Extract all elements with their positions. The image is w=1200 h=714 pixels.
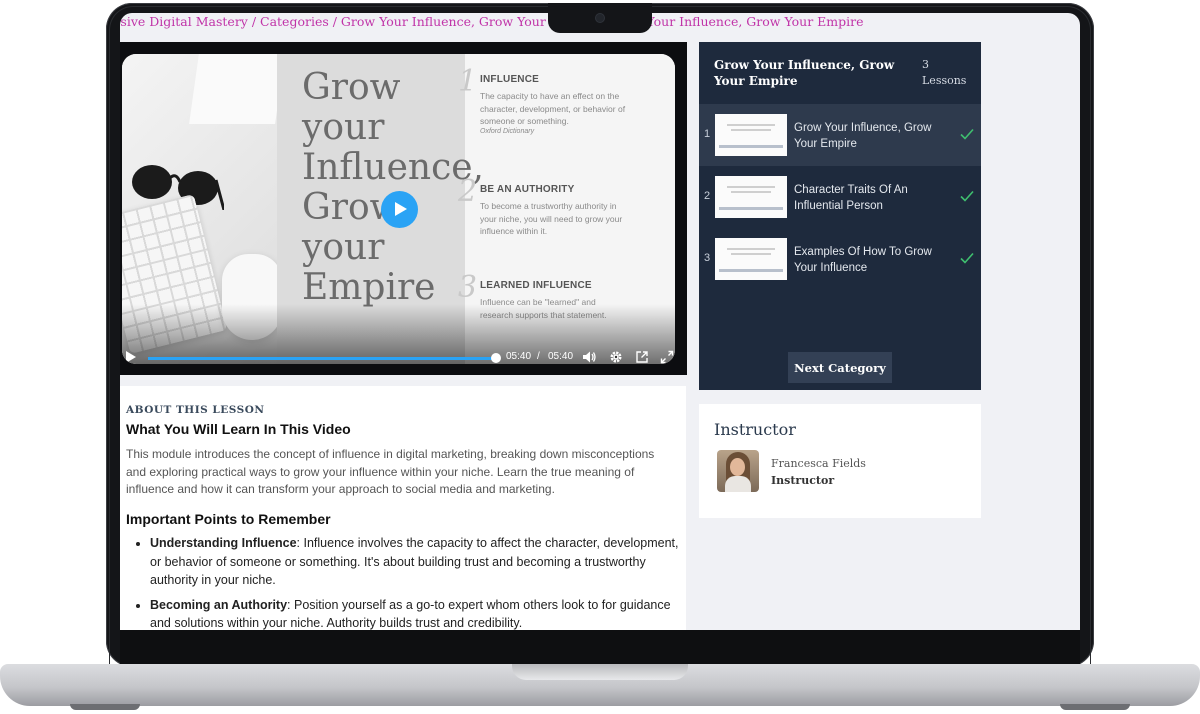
list-item: Becoming an Authority: Position yourself… — [150, 596, 690, 631]
check-icon — [960, 252, 974, 264]
slide-item-number: 1 — [458, 64, 478, 99]
sidebar-lesson-2[interactable]: 2 Character Traits Of An Influential Per… — [699, 166, 981, 228]
sidebar-lesson-1[interactable]: 1 Grow Your Influence, Grow Your Empire — [699, 104, 981, 166]
video-controls: 05:40 / 05:40 — [122, 346, 675, 364]
laptop-base-groove — [512, 664, 688, 680]
camera-notch — [548, 3, 652, 33]
lesson-number: 2 — [704, 190, 711, 202]
lesson-thumbnail — [715, 238, 787, 280]
lesson-panel: ABOUT THIS LESSON What You Will Learn In… — [120, 386, 686, 630]
breadcrumb[interactable]: ssive Digital Mastery / Categories / Gro… — [120, 14, 864, 29]
slide-item-heading: LEARNED INFLUENCE — [480, 280, 592, 291]
duration: 05:40 — [548, 351, 574, 362]
avatar — [717, 450, 759, 492]
about-lesson-label: ABOUT THIS LESSON — [126, 404, 265, 416]
current-time: 05:40 — [506, 351, 532, 362]
slide-item-citation: Oxford Dictionary — [480, 127, 535, 135]
play-icon[interactable] — [126, 351, 136, 363]
settings-gear-icon[interactable] — [609, 350, 623, 364]
lesson-thumbnail — [715, 176, 787, 218]
lesson-number: 3 — [704, 252, 711, 264]
slide-item-heading: BE AN AUTHORITY — [480, 184, 575, 195]
laptop-foot-right — [1060, 704, 1130, 710]
lesson-thumbnail — [715, 114, 787, 156]
slide-item-heading: INFLUENCE — [480, 74, 540, 85]
instructor-heading: Instructor — [714, 420, 796, 439]
popout-icon[interactable] — [635, 350, 649, 364]
lesson-description: This module introduces the concept of in… — [126, 447, 655, 496]
sidebar-lesson-3[interactable]: 3 Examples Of How To Grow Your Influence — [699, 228, 981, 290]
instructor-role: Instructor — [771, 474, 835, 487]
video-player[interactable]: Grow your Influence, Grow your Empire 1 … — [120, 42, 687, 375]
slide-item-text: To become a trustworthy authority in you… — [480, 201, 623, 236]
sidebar-header: Grow Your Influence, Grow Your Empire 3 … — [699, 42, 981, 104]
progress-knob[interactable] — [491, 353, 501, 363]
slide-item-text: The capacity to have an effect on the ch… — [480, 91, 626, 126]
check-icon — [960, 190, 974, 202]
lesson-title: Character Traits Of An Influential Perso… — [794, 184, 908, 212]
lesson-number: 1 — [704, 128, 711, 140]
slide-item-2: 2 BE AN AUTHORITY To become a trustworth… — [458, 174, 630, 238]
lesson-heading: What You Will Learn In This Video — [126, 421, 351, 437]
lesson-sidebar: Grow Your Influence, Grow Your Empire 3 … — [699, 42, 981, 390]
fullscreen-icon[interactable] — [660, 350, 674, 364]
progress-bar[interactable] — [148, 353, 501, 363]
laptop-foot-left — [70, 704, 140, 710]
point-term: Understanding Influence — [150, 536, 297, 550]
laptop-bezel — [120, 630, 1080, 664]
lesson-title: Examples Of How To Grow Your Influence — [794, 246, 932, 274]
paper-decoration — [189, 54, 285, 124]
laptop-screen: ssive Digital Mastery / Categories / Gro… — [120, 13, 1080, 630]
lesson-title: Grow Your Influence, Grow Your Empire — [794, 122, 932, 150]
volume-icon[interactable] — [582, 350, 596, 364]
category-title: Grow Your Influence, Grow Your Empire — [714, 58, 895, 88]
slide-item-1: 1 INFLUENCE The capacity to have an effe… — [458, 64, 630, 135]
list-item: Understanding Influence: Influence invol… — [150, 534, 690, 590]
progress-fill — [148, 357, 496, 360]
check-icon — [960, 128, 974, 140]
points-heading: Important Points to Remember — [126, 511, 331, 527]
time-separator: / — [537, 351, 540, 362]
lesson-count: 3 Lessons — [922, 58, 967, 87]
play-button[interactable] — [381, 191, 418, 228]
video-frame[interactable]: Grow your Influence, Grow your Empire 1 … — [122, 54, 675, 364]
point-term: Becoming an Authority — [150, 597, 288, 612]
instructor-card: Instructor Francesca Fields Instructor — [699, 404, 981, 518]
next-category-button[interactable]: Next Category — [788, 352, 892, 383]
slide-item-number: 2 — [458, 174, 478, 209]
slide-title: Grow your Influence, Grow your Empire — [302, 67, 485, 308]
slide-item-number: 3 — [458, 270, 478, 305]
points-list: Understanding Influence: Influence invol… — [132, 534, 690, 630]
instructor-name[interactable]: Francesca Fields — [771, 457, 866, 470]
